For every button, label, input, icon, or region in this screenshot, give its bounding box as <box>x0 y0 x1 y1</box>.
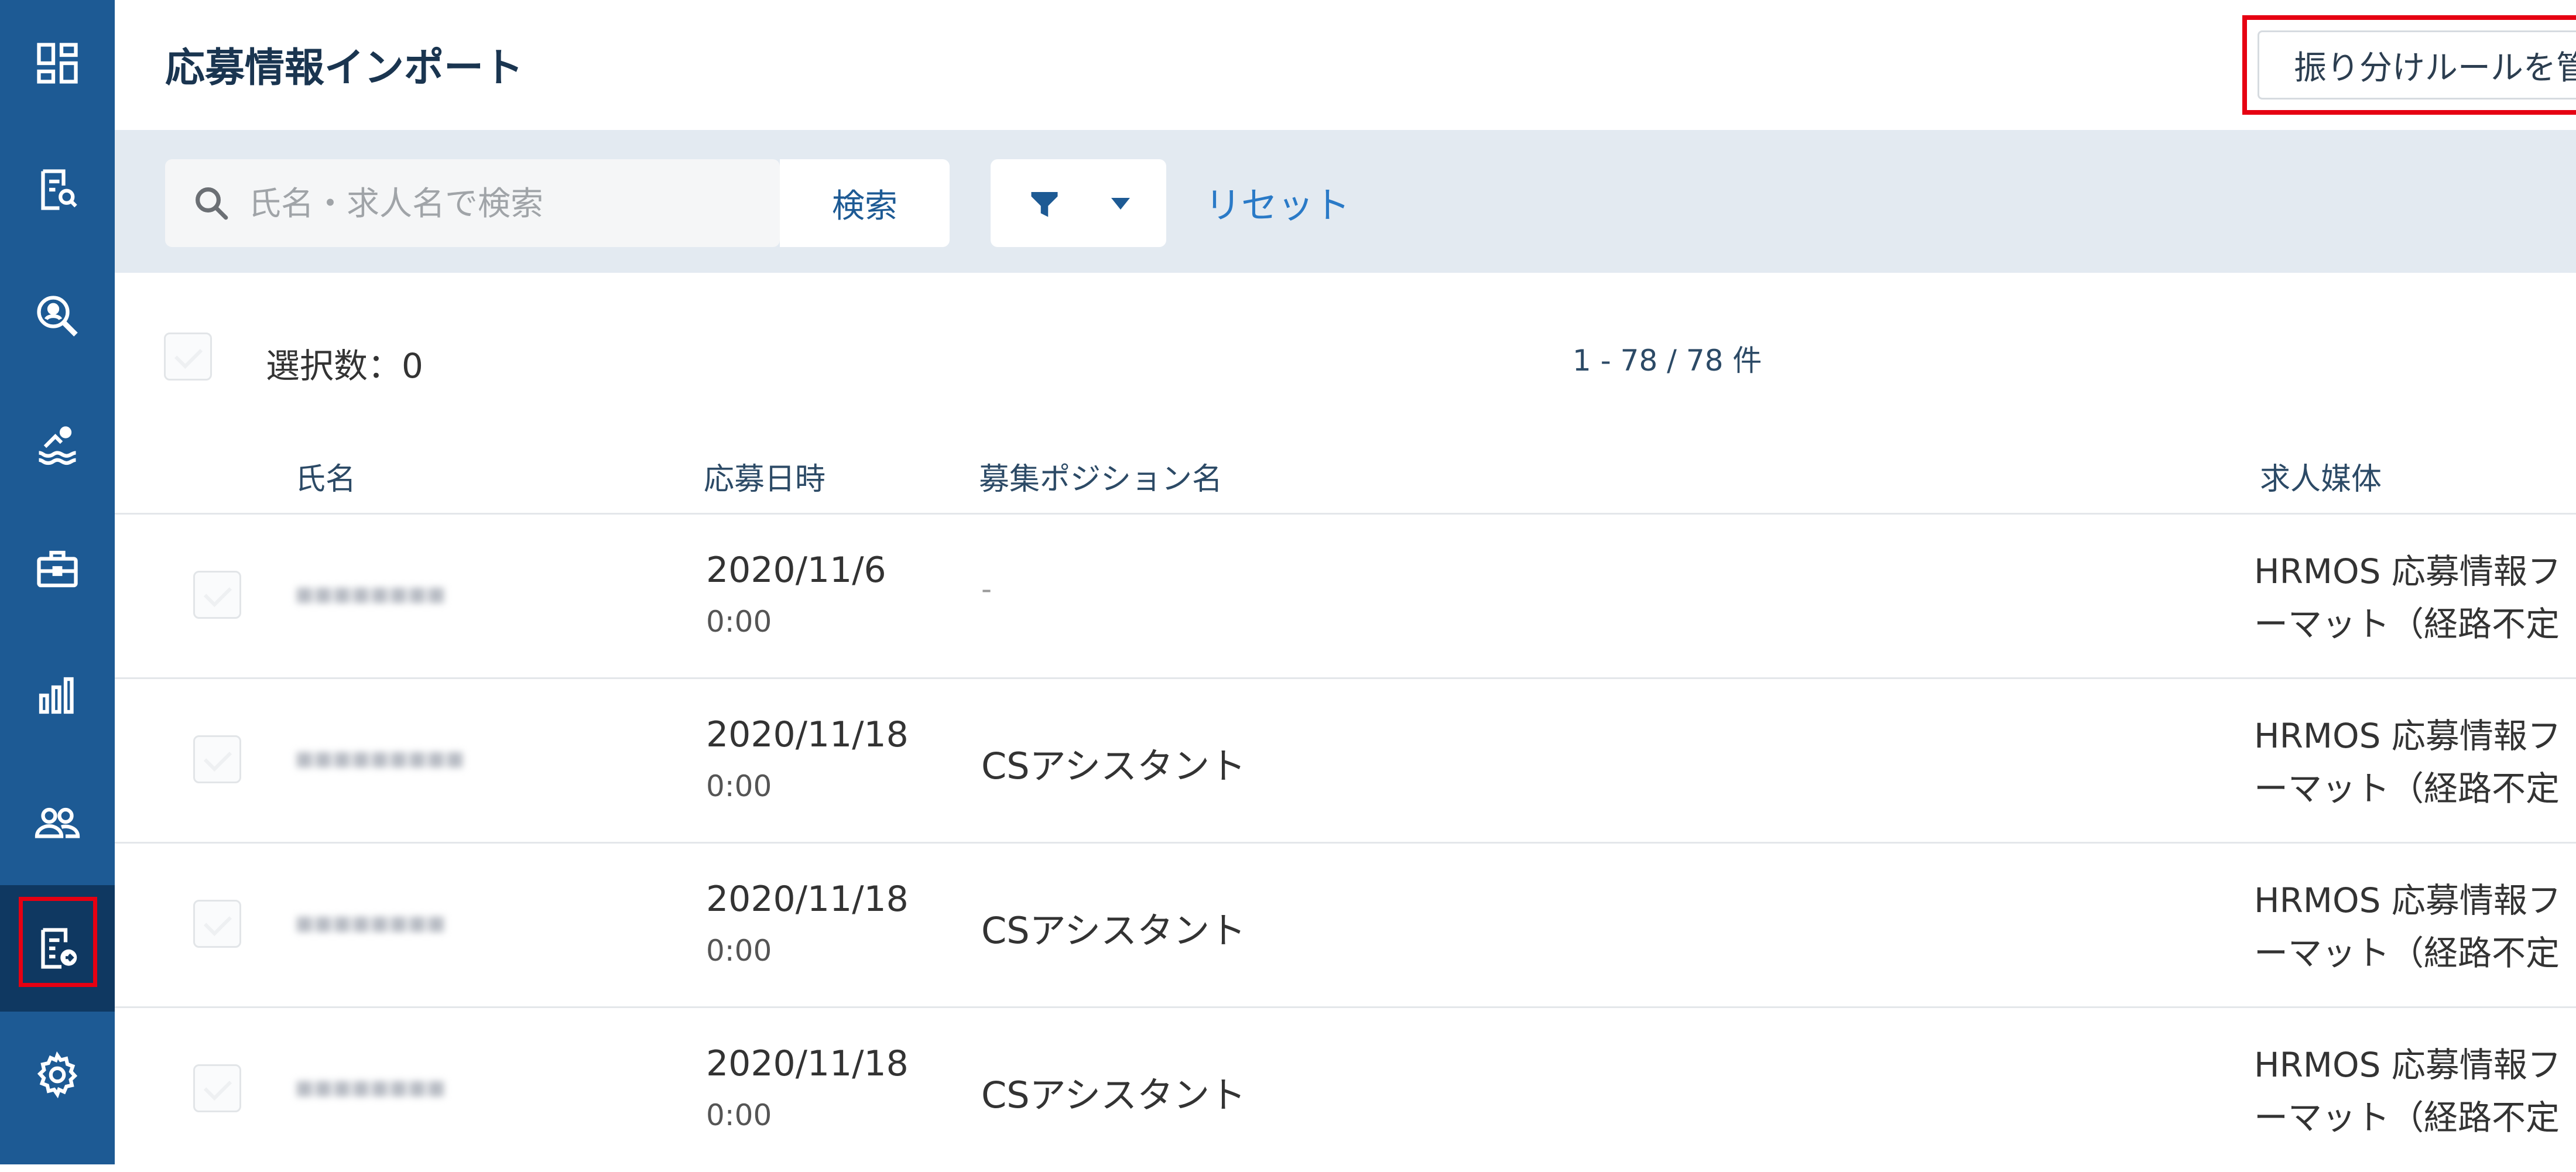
position-name: CSアシスタント <box>981 745 1246 787</box>
applied-date: 2020/11/18 <box>706 1043 909 1084</box>
sidebar-item-scout[interactable] <box>0 253 115 379</box>
chevron-down-icon <box>1111 198 1130 210</box>
gear-icon <box>37 1051 78 1099</box>
column-header-media[interactable]: 求人媒体 <box>2260 454 2382 498</box>
pagination-info: 1 - 78 / 78 件 <box>1573 344 1762 378</box>
rules-button-highlight: 振り分けルールを管理 <box>2242 15 2576 115</box>
media-line-2: ーマット（経路不定 <box>2254 604 2560 644</box>
table-row[interactable]: ■■■■■■■■ 2020/11/18 0:00 CSアシスタント HRMOS … <box>115 842 2576 1007</box>
sidebar-item-application-import[interactable] <box>0 885 115 1012</box>
media-name: HRMOS 応募情報フ ーマット（経路不定 <box>2254 874 2576 979</box>
sidebar-item-applicant-search[interactable] <box>0 126 115 253</box>
reset-link[interactable]: リセット <box>1205 176 1350 228</box>
search-input[interactable] <box>247 159 601 247</box>
media-name: HRMOS 応募情報フ ーマット（経路不定 <box>2254 1039 2576 1144</box>
page-header: 応募情報インポート 振り分けルールを管理 <box>115 0 2576 130</box>
applicant-name-blurred[interactable]: ■■■■■■■■ <box>295 582 447 606</box>
sidebar-item-talent-pool[interactable] <box>0 379 115 506</box>
column-header-position[interactable]: 募集ポジション名 <box>979 454 1222 498</box>
document-import-icon <box>41 928 77 969</box>
applicant-name-blurred[interactable]: ■■■■■■■■ <box>295 911 447 935</box>
row-checkbox[interactable] <box>193 735 241 783</box>
position-name: CSアシスタント <box>981 909 1246 952</box>
search-icon <box>196 187 228 220</box>
applicant-name-blurred[interactable]: ■■■■■■■■■ <box>295 747 471 770</box>
media-line-2: ーマット（経路不定 <box>2254 933 2560 973</box>
row-checkbox[interactable] <box>193 571 241 619</box>
row-checkbox[interactable] <box>193 1064 241 1112</box>
bar-chart-icon <box>39 677 74 714</box>
dashboard-icon <box>37 43 78 84</box>
applied-time: 0:00 <box>706 605 772 639</box>
filter-bar: 検索 リセット <box>115 130 2576 273</box>
table-row[interactable]: ■■■■■■■■ 2020/11/6 0:00 - HRMOS 応募情報フ ーマ… <box>115 513 2576 678</box>
media-line-2: ーマット（経路不定 <box>2254 1098 2560 1137</box>
select-all-checkbox[interactable] <box>164 333 212 381</box>
applied-time: 0:00 <box>706 1098 772 1132</box>
table-row[interactable]: ■■■■■■■■■ 2020/11/18 0:00 CSアシスタント HRMOS… <box>115 677 2576 843</box>
applied-date: 2020/11/18 <box>706 714 909 755</box>
table-row[interactable]: ■■■■■■■■ 2020/11/18 0:00 CSアシスタント HRMOS … <box>115 1006 2576 1172</box>
media-name: HRMOS 応募情報フ ーマット（経路不定 <box>2254 710 2576 815</box>
applied-date: 2020/11/18 <box>706 879 909 920</box>
search-button[interactable]: 検索 <box>780 159 950 247</box>
applicant-name-blurred[interactable]: ■■■■■■■■ <box>295 1076 447 1099</box>
media-line-2: ーマット（経路不定 <box>2254 769 2560 808</box>
applied-time: 0:00 <box>706 934 772 968</box>
applied-time: 0:00 <box>706 769 772 803</box>
document-search-icon <box>41 169 77 210</box>
position-name: - <box>981 572 992 606</box>
media-line-1: HRMOS 応募情報フ <box>2254 1045 2561 1085</box>
column-header-applied-at[interactable]: 応募日時 <box>704 454 825 498</box>
media-line-1: HRMOS 応募情報フ <box>2254 880 2561 920</box>
applied-date: 2020/11/6 <box>706 550 886 591</box>
media-line-1: HRMOS 応募情報フ <box>2254 551 2561 591</box>
position-name: CSアシスタント <box>981 1074 1246 1116</box>
selected-count: 選択数：0 <box>266 346 423 386</box>
sidebar <box>0 0 115 1164</box>
sidebar-item-jobs[interactable] <box>0 506 115 632</box>
search-box <box>165 159 780 247</box>
briefcase-icon <box>37 550 78 588</box>
media-name: HRMOS 応募情報フ ーマット（経路不定 <box>2254 545 2576 650</box>
filter-icon <box>1031 192 1058 217</box>
sidebar-item-reports[interactable] <box>0 632 115 759</box>
people-icon <box>35 807 80 838</box>
magnify-person-icon <box>37 296 78 337</box>
sidebar-item-settings[interactable] <box>0 1012 115 1138</box>
sidebar-item-dashboard[interactable] <box>0 0 115 126</box>
swimmer-icon <box>39 426 76 465</box>
column-header-name[interactable]: 氏名 <box>295 454 356 498</box>
row-checkbox[interactable] <box>193 900 241 948</box>
media-line-1: HRMOS 応募情報フ <box>2254 716 2561 756</box>
page-title: 応募情報インポート <box>165 45 524 91</box>
manage-rules-button[interactable]: 振り分けルールを管理 <box>2258 30 2576 100</box>
sidebar-item-members[interactable] <box>0 759 115 885</box>
filter-dropdown-button[interactable] <box>991 159 1166 247</box>
